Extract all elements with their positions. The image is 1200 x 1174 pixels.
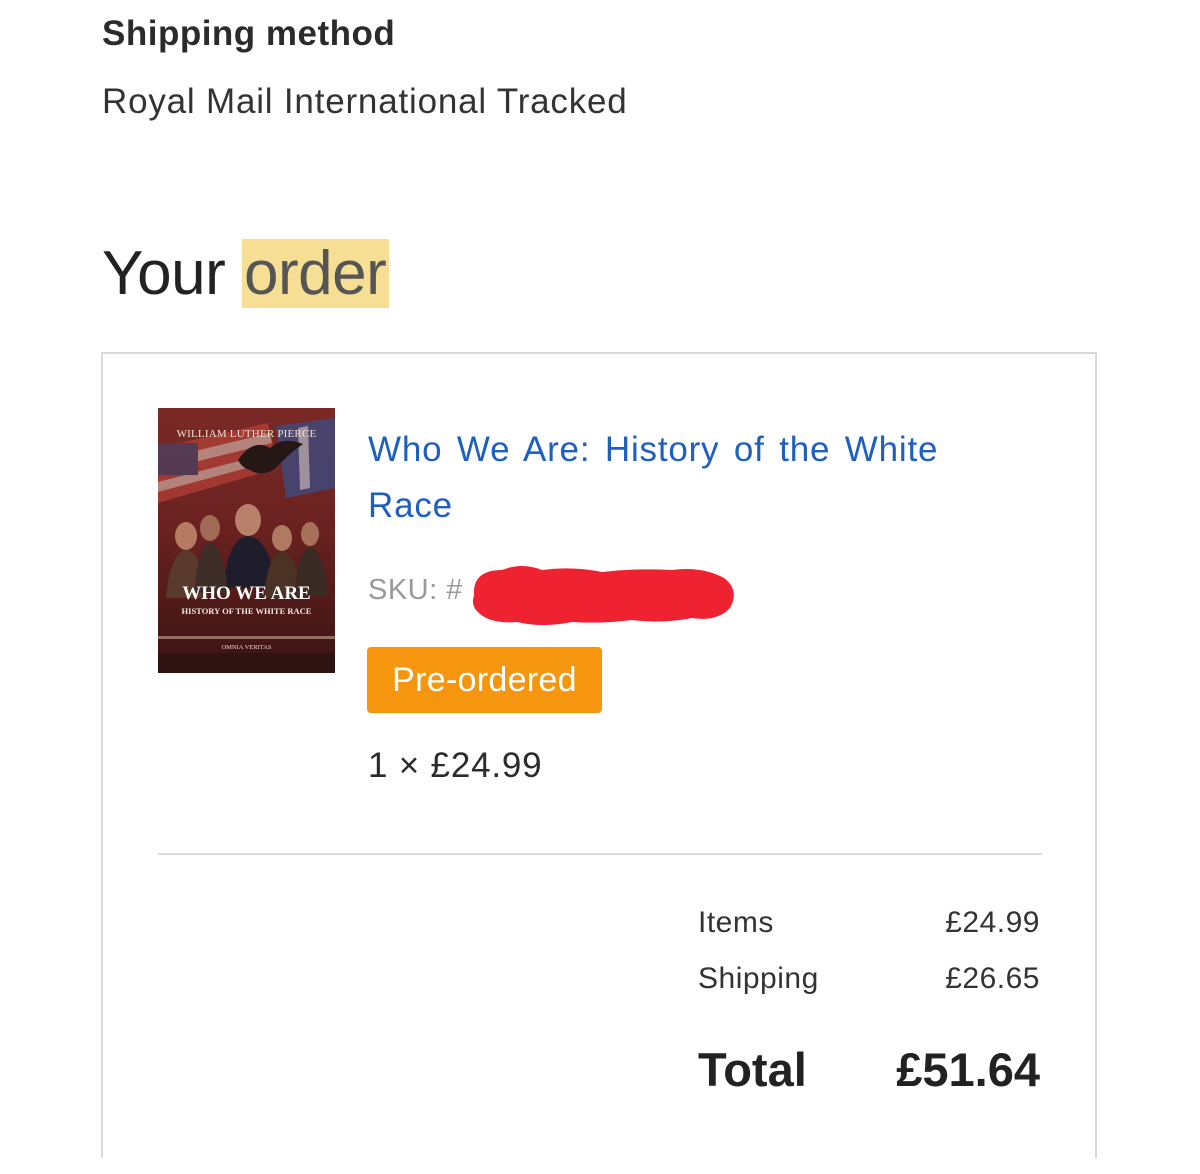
summary-divider <box>158 853 1042 855</box>
shipping-value: £26.65 <box>945 962 1040 995</box>
cover-title: WHO WE ARE <box>182 583 311 604</box>
shipping-method-value: Royal Mail International Tracked <box>102 82 628 121</box>
product-title-link[interactable]: Who We Are: History of the White Race <box>368 422 1008 534</box>
order-heading: Your order <box>102 236 390 312</box>
status-badge: Pre-ordered <box>367 647 602 713</box>
cover-subtitle: HISTORY OF THE WHITE RACE <box>181 606 312 616</box>
quantity-price: 1 × £24.99 <box>368 746 543 785</box>
book-cover-image[interactable]: WILLIAM LUTHER PIERCE WHO WE ARE HISTORY… <box>158 408 335 673</box>
shipping-heading: Shipping method <box>102 14 396 53</box>
cover-publisher: OMNIA VERITAS <box>221 644 272 651</box>
sku-label: SKU: # <box>368 574 463 606</box>
total-label: Total <box>698 1043 807 1096</box>
items-label: Items <box>698 906 774 939</box>
shipping-label: Shipping <box>698 962 819 995</box>
redaction-scribble <box>472 566 734 625</box>
book-cover-artwork <box>158 418 335 673</box>
order-heading-highlight: order <box>242 239 390 308</box>
order-heading-prefix: Your <box>102 239 242 308</box>
cover-author: WILLIAM LUTHER PIERCE <box>176 428 317 440</box>
total-value: £51.64 <box>896 1043 1040 1096</box>
items-value: £24.99 <box>945 906 1040 939</box>
